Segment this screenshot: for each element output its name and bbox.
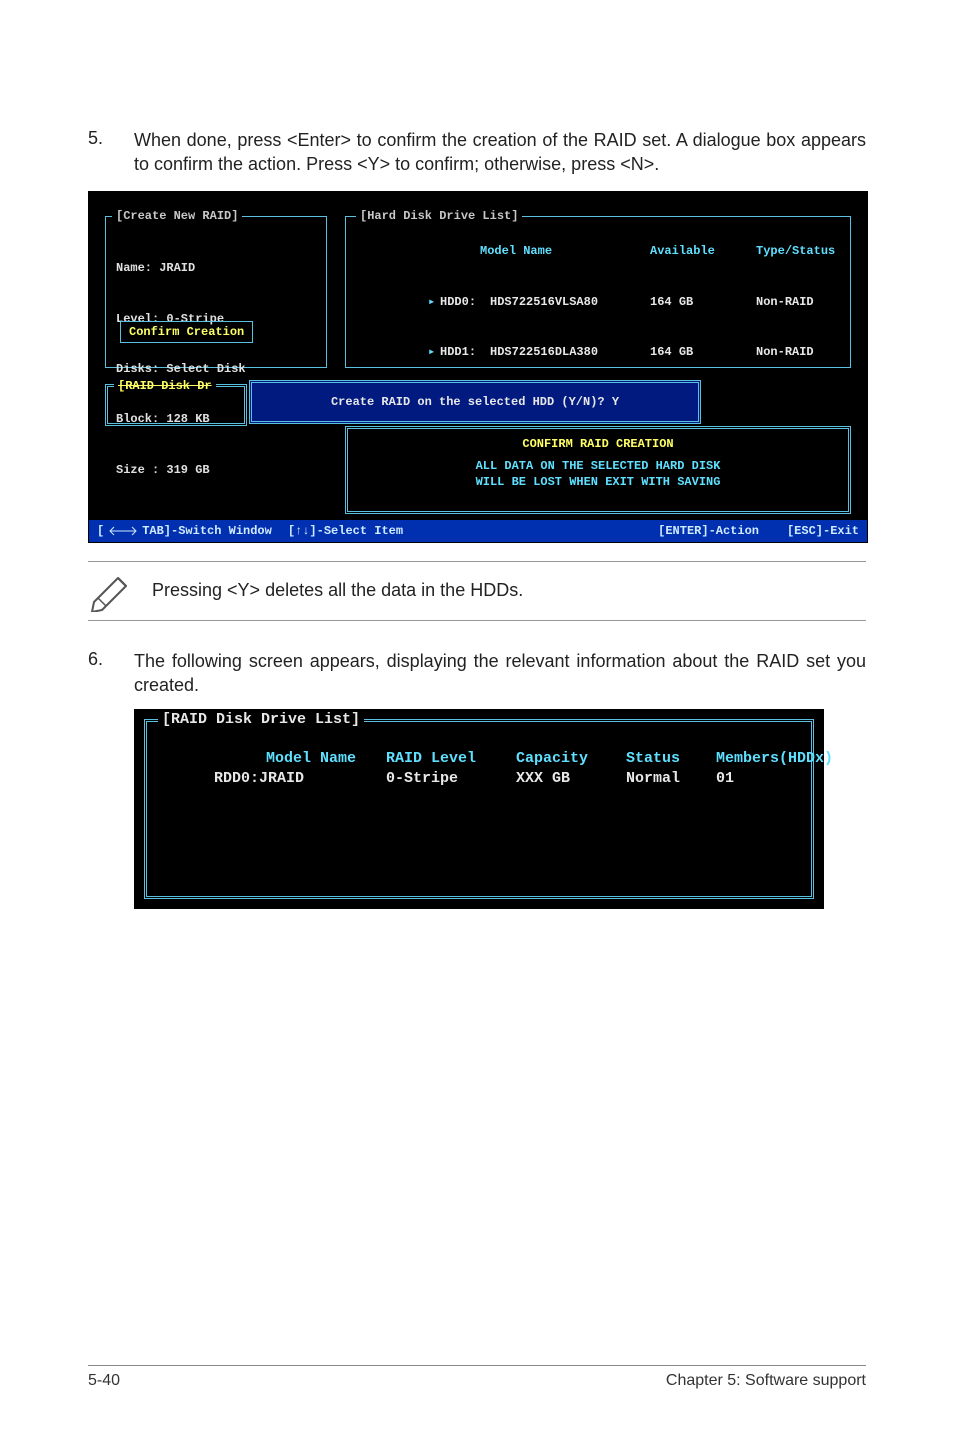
hdd1-model: HDS722516DLA380 <box>490 344 650 361</box>
page-number: 5-40 <box>88 1372 120 1390</box>
hdd0-avail: 164 GB <box>650 294 756 311</box>
hdd0-prefix: HDD0: <box>440 294 490 311</box>
row-status: Normal <box>626 770 716 787</box>
row-model: RDD0:JRAID <box>214 770 386 787</box>
row-members: 01 <box>716 770 734 787</box>
step-text: When done, press <Enter> to confirm the … <box>134 128 866 177</box>
foot-enter: [ENTER]-Action <box>658 524 759 538</box>
row-capacity: XXX GB <box>516 770 626 787</box>
bios-screenshot-1: [Create New RAID] Name: JRAID Level: 0-S… <box>88 191 868 543</box>
warning-line-2: WILL BE LOST WHEN EXIT WITH SAVING <box>348 475 848 489</box>
foot-select: [↑↓]-Select Item <box>288 524 403 538</box>
col-type: Type/Status <box>756 244 835 258</box>
raid-name: Name: JRAID <box>116 260 246 277</box>
raid-size: Size : 319 GB <box>116 462 246 479</box>
step-text: The following screen appears, displaying… <box>134 649 866 698</box>
bios-screenshot-2: [RAID Disk Drive List] Model NameRAID Le… <box>134 709 824 909</box>
page-footer: 5-40 Chapter 5: Software support <box>88 1365 866 1390</box>
create-new-raid-title: [Create New RAID] <box>112 209 242 223</box>
hdd1-type: Non-RAID <box>756 345 814 359</box>
note-callout: Pressing <Y> deletes all the data in the… <box>88 561 866 621</box>
arrow-left-right-icon <box>108 526 138 536</box>
hdd0-model: HDS722516VLSA80 <box>490 294 650 311</box>
chapter-title: Chapter 5: Software support <box>666 1372 866 1390</box>
step-number: 6. <box>88 649 134 670</box>
step-5: 5. When done, press <Enter> to confirm t… <box>88 128 866 177</box>
col-available: Available <box>650 243 756 260</box>
hdd0-type: Non-RAID <box>756 295 814 309</box>
hdd1-avail: 164 GB <box>650 344 756 361</box>
confirm-creation-highlight: Confirm Creation <box>120 321 253 343</box>
hdd-list-title: [Hard Disk Drive List] <box>356 209 522 223</box>
confirm-dialog-text: Create RAID on the selected HDD (Y/N)? Y <box>331 395 619 409</box>
foot-tab: TAB]-Switch Window <box>142 524 272 538</box>
note-text: Pressing <Y> deletes all the data in the… <box>152 580 523 601</box>
hdd1-prefix: HDD1: <box>440 344 490 361</box>
bios-footer-bar: [ TAB]-Switch Window [↑↓]-Select Item [E… <box>89 520 867 542</box>
step-6: 6. The following screen appears, display… <box>88 649 866 698</box>
note-pencil-icon <box>88 570 152 612</box>
col-model: Model Name <box>480 243 650 260</box>
raid-disk-drive-list-title: [RAID Disk Drive List] <box>158 711 364 728</box>
warning-line-1: ALL DATA ON THE SELECTED HARD DISK <box>348 459 848 473</box>
foot-esc: [ESC]-Exit <box>787 524 859 538</box>
raid-disk-dr-title: [RAID Disk Dr <box>114 379 216 393</box>
raid-disks: Disks: Select Disk <box>116 361 246 378</box>
step-number: 5. <box>88 128 134 149</box>
row-level: 0-Stripe <box>386 770 516 787</box>
confirm-raid-creation-label: CONFIRM RAID CREATION <box>348 437 848 451</box>
